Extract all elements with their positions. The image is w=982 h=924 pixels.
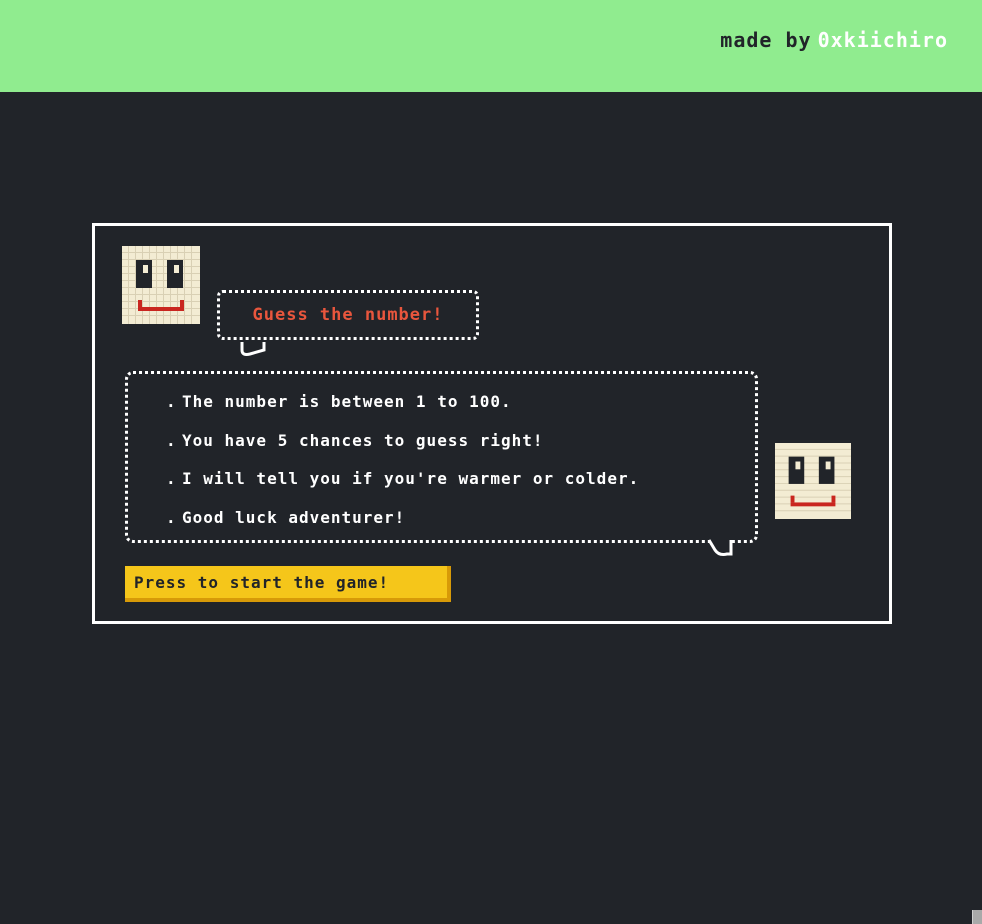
- speech-tail-icon: [705, 538, 735, 562]
- speech-tail-icon: [238, 340, 268, 362]
- scrollbar-corner[interactable]: [972, 910, 982, 924]
- rule-item: . The number is between 1 to 100.: [166, 392, 512, 411]
- rule-item: . Good luck adventurer!: [166, 507, 406, 527]
- credit-text: made by 0xkiichiro: [720, 28, 948, 52]
- rules-speech-bubble: . The number is between 1 to 100. . You ha…: [125, 371, 758, 543]
- start-game-button[interactable]: Press to start the game!: [125, 566, 451, 602]
- smiley-face-icon: [775, 443, 851, 519]
- game-panel: Guess the number! . The number is between…: [92, 223, 892, 624]
- rule-item: . You have 5 chances to guess right!: [166, 430, 544, 450]
- smiley-face-icon: [122, 246, 200, 324]
- credit-prefix: made by: [720, 28, 812, 52]
- top-bar: made by 0xkiichiro: [0, 0, 982, 92]
- title-speech-bubble: Guess the number!: [217, 290, 479, 340]
- rule-item: .I will tell you if you're warmer or col…: [166, 469, 640, 488]
- credit-author: 0xkiichiro: [817, 28, 948, 52]
- game-title: Guess the number!: [252, 305, 444, 325]
- rules-list: . The number is between 1 to 100. . You ha…: [166, 388, 639, 542]
